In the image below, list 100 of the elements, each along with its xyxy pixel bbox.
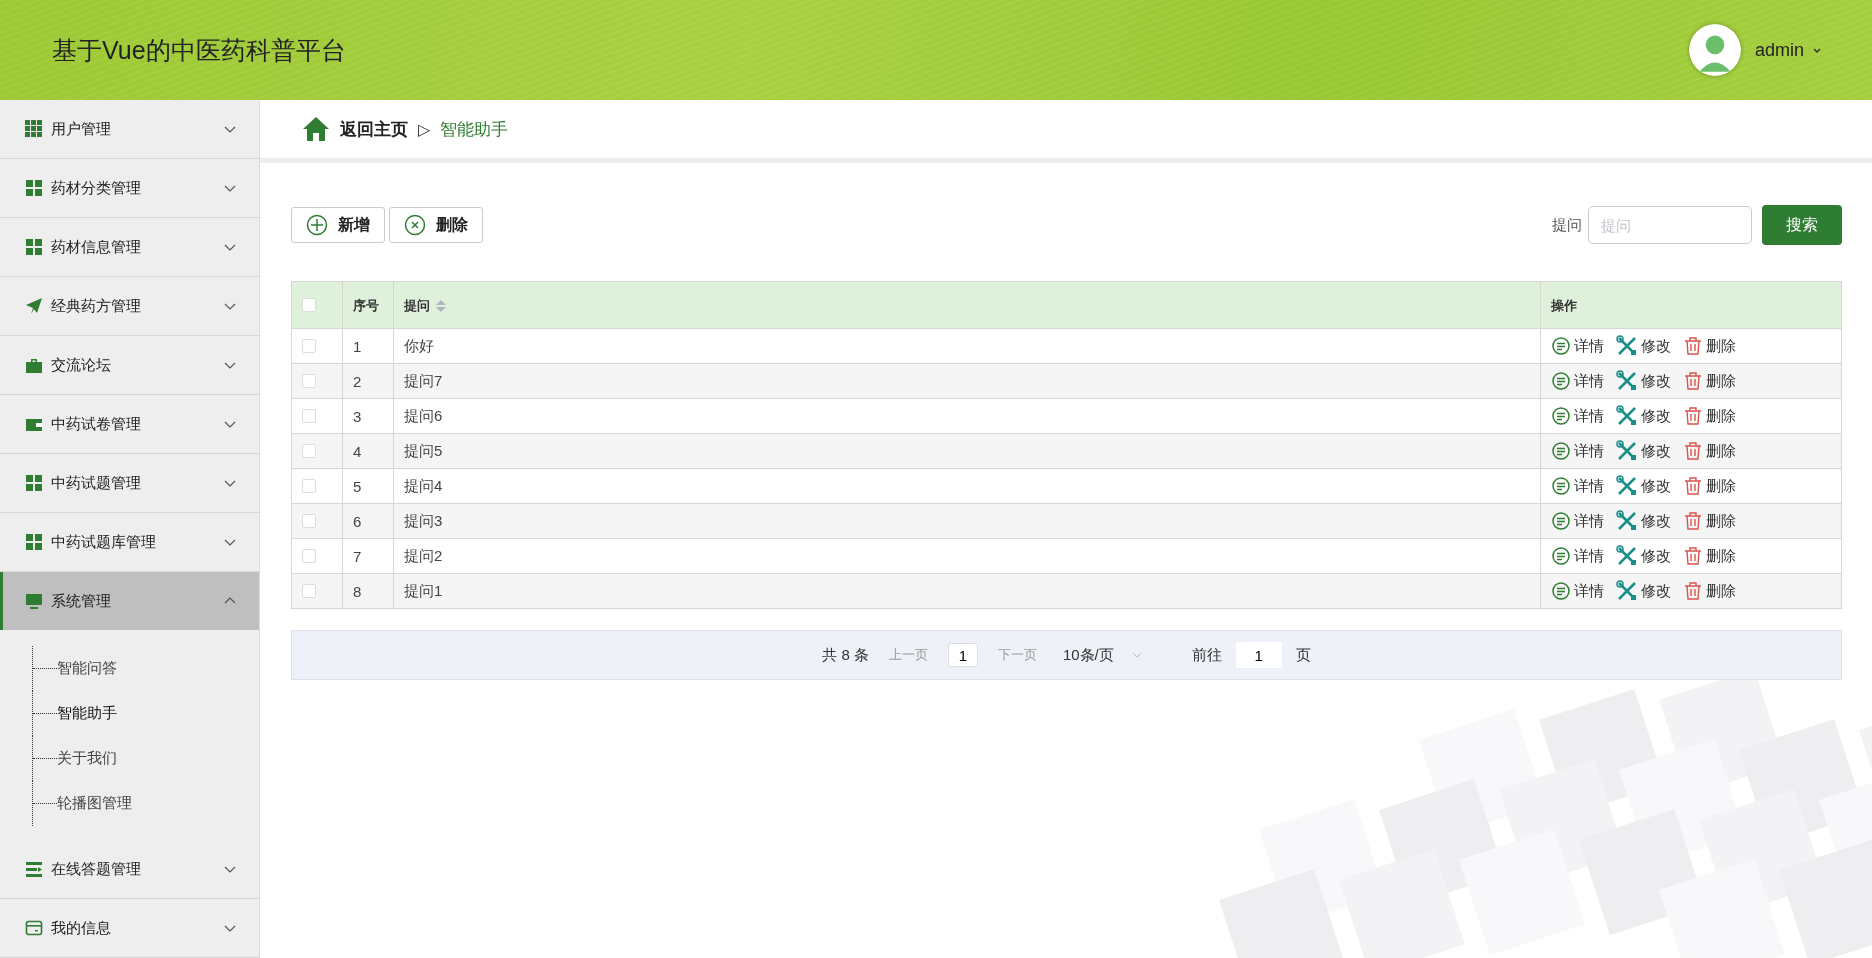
trash-icon <box>1683 371 1703 391</box>
trash-icon <box>1683 546 1703 566</box>
checkbox[interactable] <box>302 549 316 563</box>
search-field[interactable]: 提问 <box>1588 206 1752 244</box>
home-icon[interactable] <box>302 116 330 142</box>
tools-icon <box>1616 545 1638 567</box>
menu-item[interactable]: 我的信息 <box>0 899 259 958</box>
checkbox[interactable] <box>302 339 316 353</box>
home-link[interactable]: 返回主页 <box>340 117 408 141</box>
checkbox[interactable] <box>302 514 316 528</box>
tools-icon <box>1616 370 1638 392</box>
checkbox[interactable] <box>302 584 316 598</box>
x-circle-icon <box>404 214 426 236</box>
details-link[interactable]: 详情 <box>1551 475 1604 497</box>
menu-item[interactable]: 交流论坛 <box>0 336 259 395</box>
total-count: 共 8 条 <box>822 645 869 665</box>
checkbox[interactable] <box>302 479 316 493</box>
menu-item[interactable]: 中药试题管理 <box>0 454 259 513</box>
table-cell: 6 <box>353 512 362 530</box>
menu-item[interactable]: 药材分类管理 <box>0 159 259 218</box>
table-cell: 1 <box>353 337 362 355</box>
table-cell: 提问2 <box>404 546 443 564</box>
delete-link[interactable]: 删除 <box>1683 335 1736 357</box>
user-menu[interactable]: admin <box>1754 39 1822 61</box>
details-link[interactable]: 详情 <box>1551 440 1604 462</box>
tools-icon <box>1616 510 1638 532</box>
goto-label: 前往 <box>1191 645 1222 665</box>
edit-link[interactable]: 修改 <box>1616 405 1671 427</box>
table-cell: 提问3 <box>404 511 443 529</box>
submenu-item[interactable]: 智能助手 <box>57 704 117 723</box>
delete-link[interactable]: 删除 <box>1683 580 1736 602</box>
submenu-item[interactable]: 智能问答 <box>57 659 117 678</box>
current-page: 智能助手 <box>440 118 509 141</box>
list-circle-icon <box>1551 476 1571 496</box>
list-circle-icon <box>1551 371 1571 391</box>
trash-icon <box>1683 476 1703 496</box>
delete-button[interactable]: 删除 <box>389 207 483 243</box>
checkbox[interactable] <box>302 374 316 388</box>
delete-link[interactable]: 删除 <box>1683 370 1736 392</box>
menu-item[interactable]: 经典药方管理 <box>0 277 259 336</box>
details-link[interactable]: 详情 <box>1551 405 1604 427</box>
edit-link[interactable]: 修改 <box>1616 475 1671 497</box>
details-link[interactable]: 详情 <box>1551 580 1604 602</box>
details-link[interactable]: 详情 <box>1551 370 1604 392</box>
table-cell: 2 <box>353 372 362 390</box>
grid-icon <box>25 238 43 256</box>
list-circle-icon <box>1551 406 1571 426</box>
paper-plane-icon <box>25 297 43 315</box>
page-size-select[interactable]: 10条/页 <box>1056 644 1148 666</box>
trash-icon <box>1683 511 1703 531</box>
table-cell: 7 <box>353 547 362 565</box>
tools-icon <box>1616 335 1638 357</box>
grid-icon <box>25 474 43 492</box>
briefcase-icon <box>25 356 43 374</box>
details-link[interactable]: 详情 <box>1551 335 1604 357</box>
edit-link[interactable]: 修改 <box>1616 335 1671 357</box>
edit-link[interactable]: 修改 <box>1616 440 1671 462</box>
checkbox[interactable] <box>302 298 316 312</box>
checkbox[interactable] <box>302 444 316 458</box>
table-cell: 提问7 <box>404 371 443 389</box>
table-cell: 3 <box>353 407 362 425</box>
add-button[interactable]: 新增 <box>291 207 385 243</box>
avatar-icon[interactable] <box>1688 24 1741 76</box>
list-circle-icon <box>1551 441 1571 461</box>
card-icon <box>25 919 43 937</box>
menu-item[interactable]: 用户管理 <box>0 100 259 159</box>
menu-item[interactable]: 系统管理 <box>0 572 259 630</box>
delete-link[interactable]: 删除 <box>1683 405 1736 427</box>
menu-item[interactable]: 药材信息管理 <box>0 218 259 277</box>
list-circle-icon <box>1551 336 1571 356</box>
checkbox[interactable] <box>302 409 316 423</box>
table-cell: 提问1 <box>404 581 443 599</box>
table-cell: 提问6 <box>404 406 443 424</box>
table-cell: 提问5 <box>404 441 443 459</box>
tools-icon <box>1616 580 1638 602</box>
details-link[interactable]: 详情 <box>1551 510 1604 532</box>
search-button[interactable]: 搜索 <box>1762 205 1842 245</box>
edit-link[interactable]: 修改 <box>1616 580 1671 602</box>
table-cell: 提问4 <box>404 476 443 494</box>
submenu-item[interactable]: 关于我们 <box>57 749 117 768</box>
menu-item[interactable]: 在线答题管理 <box>0 840 259 899</box>
edit-link[interactable]: 修改 <box>1616 370 1671 392</box>
column-header[interactable]: 提问 <box>404 296 446 315</box>
delete-link[interactable]: 删除 <box>1683 440 1736 462</box>
goto-field[interactable]: 1 <box>1235 642 1282 668</box>
menu-item[interactable]: 中药试卷管理 <box>0 395 259 454</box>
sort-icon[interactable] <box>436 299 446 312</box>
app-title: 基于Vue的中医药科普平台 <box>52 34 346 66</box>
grid-icon <box>25 179 43 197</box>
delete-link[interactable]: 删除 <box>1683 510 1736 532</box>
submenu-item[interactable]: 轮播图管理 <box>57 794 132 813</box>
details-link[interactable]: 详情 <box>1551 545 1604 567</box>
page-number[interactable]: 1 <box>947 643 978 667</box>
delete-link[interactable]: 删除 <box>1683 545 1736 567</box>
search-label: 提问 <box>1552 215 1582 235</box>
edit-link[interactable]: 修改 <box>1616 510 1671 532</box>
delete-link[interactable]: 删除 <box>1683 475 1736 497</box>
list-icon <box>25 860 43 878</box>
edit-link[interactable]: 修改 <box>1616 545 1671 567</box>
caret-icon <box>1131 651 1142 659</box>
